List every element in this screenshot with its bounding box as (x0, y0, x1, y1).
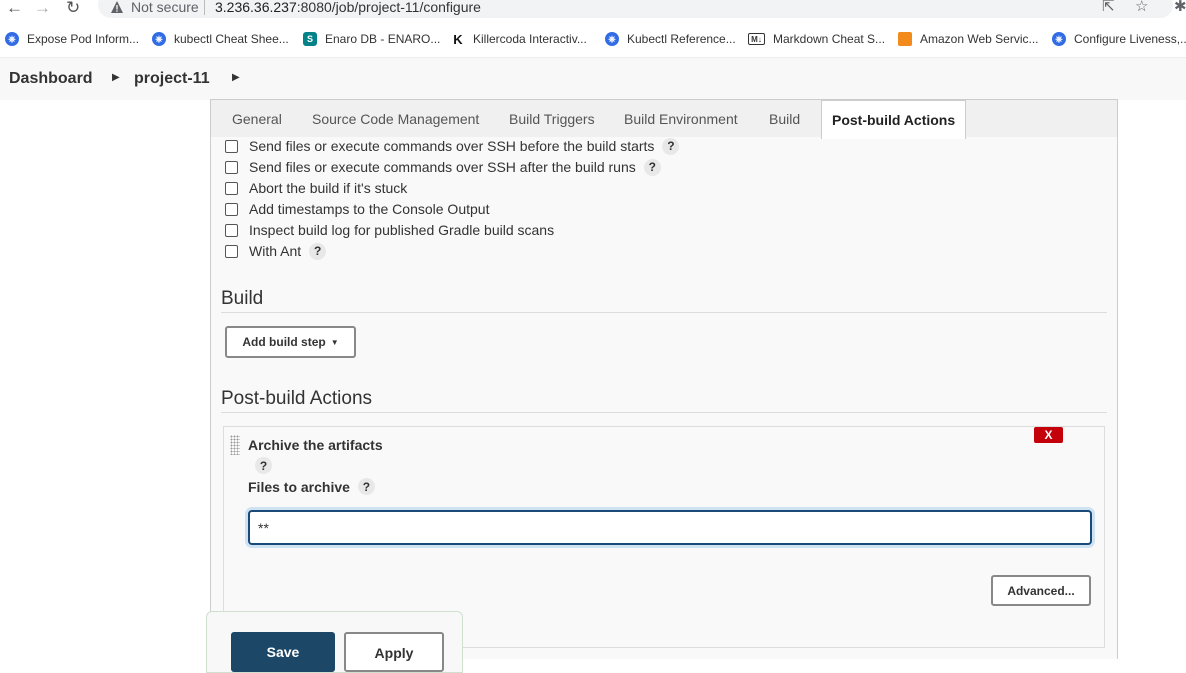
option-label: Abort the build if it's stuck (249, 180, 408, 196)
option-gradle-scans[interactable]: Inspect build log for published Gradle b… (225, 220, 554, 240)
forward-arrow-icon[interactable]: → (34, 0, 51, 18)
option-timestamps[interactable]: Add timestamps to the Console Output (225, 199, 489, 219)
bookmark-item[interactable]: ⎈ Expose Pod Inform... (5, 31, 139, 47)
tab-build-triggers[interactable]: Build Triggers (499, 100, 605, 137)
tab-source-code-management[interactable]: Source Code Management (302, 100, 489, 137)
bookmark-label: Kubectl Reference... (627, 32, 736, 46)
build-section-title: Build (221, 288, 264, 309)
option-ssh-before[interactable]: Send files or execute commands over SSH … (225, 136, 680, 156)
files-to-archive-text: Files to archive (248, 478, 350, 495)
bookmark-item[interactable]: ⎈ kubectl Cheat Shee... (152, 31, 289, 47)
help-icon[interactable]: ? (357, 478, 375, 495)
tab-build[interactable]: Build (759, 100, 810, 137)
checkbox[interactable] (225, 181, 238, 195)
option-label: Send files or execute commands over SSH … (249, 159, 636, 175)
chevron-right-icon[interactable]: ▶ (112, 72, 120, 83)
bookmarks-bar: ⎈ Expose Pod Inform... ⎈ kubectl Cheat She… (0, 27, 1186, 51)
checkbox[interactable] (225, 160, 238, 174)
advanced-button[interactable]: Advanced... (991, 575, 1091, 606)
bookmark-label: Configure Liveness,... (1074, 32, 1186, 46)
option-ssh-after[interactable]: Send files or execute commands over SSH … (225, 157, 661, 177)
bookmark-item[interactable]: S Enaro DB - ENARO... (303, 31, 440, 47)
url-host: 3.236.36.237 (215, 0, 297, 15)
config-tabs: General Source Code Management Build Tri… (211, 99, 1117, 139)
browser-toolbar: ← → ↻ Not secure 3.236.36.237:8080/job/p… (0, 0, 1186, 20)
section-divider (221, 412, 1107, 413)
bookmark-item[interactable]: M↓ Markdown Cheat S... (748, 31, 885, 47)
breadcrumb-dashboard[interactable]: Dashboard (9, 70, 93, 88)
chevron-right-icon[interactable]: ▶ (232, 72, 240, 83)
option-label: Add timestamps to the Console Output (249, 201, 490, 217)
extensions-icon[interactable]: ✱ (1174, 0, 1186, 15)
url-text[interactable]: 3.236.36.237:8080/job/project-11/configu… (215, 0, 481, 15)
markdown-icon: M↓ (748, 33, 765, 45)
config-panel: General Source Code Management Build Tri… (210, 99, 1118, 659)
kubernetes-icon: ⎈ (605, 32, 619, 46)
option-label: With Ant (249, 243, 302, 259)
bookmark-item[interactable]: K Killercoda Interactiv... (451, 31, 587, 47)
reload-icon[interactable]: ↻ (66, 0, 80, 18)
apply-button[interactable]: Apply (344, 632, 444, 672)
add-build-step-button[interactable]: Add build step ▼ (225, 326, 356, 358)
bookmark-item[interactable]: ⎈ Configure Liveness,... (1052, 31, 1186, 47)
caret-down-icon: ▼ (330, 337, 339, 347)
add-build-step-label: Add build step (242, 335, 326, 349)
help-icon[interactable]: ? (255, 457, 272, 474)
bookmark-label: Expose Pod Inform... (27, 32, 140, 46)
option-label: Inspect build log for published Gradle b… (249, 222, 555, 238)
help-icon[interactable]: ? (643, 158, 661, 176)
files-to-archive-label: Files to archive ? (248, 478, 375, 495)
bookmark-label: Enaro DB - ENARO... (325, 32, 441, 46)
sharepoint-icon: S (303, 32, 317, 46)
post-build-section-title: Post-build Actions (221, 388, 373, 409)
files-to-archive-input[interactable] (248, 510, 1092, 545)
breadcrumb: Dashboard ▶ project-11 ▶ (0, 57, 1186, 100)
archive-step-title: Archive the artifacts (248, 437, 383, 453)
form-action-bar: Save Apply (206, 611, 463, 673)
bookmark-label: Markdown Cheat S... (773, 32, 886, 46)
breadcrumb-project[interactable]: project-11 (134, 70, 210, 88)
bookmark-label: Amazon Web Servic... (920, 32, 1039, 46)
tab-build-environment[interactable]: Build Environment (614, 100, 748, 137)
option-with-ant[interactable]: With Ant ? (225, 241, 327, 261)
help-icon[interactable]: ? (309, 242, 327, 260)
delete-step-button[interactable]: X (1034, 427, 1063, 443)
warning-icon[interactable] (110, 0, 124, 14)
drag-handle-icon[interactable] (230, 435, 240, 455)
option-label: Send files or execute commands over SSH … (249, 138, 655, 154)
url-path: :8080/job/project-11/configure (296, 0, 481, 15)
checkbox[interactable] (225, 223, 238, 237)
bookmark-item[interactable]: Amazon Web Servic... (898, 31, 1039, 47)
option-abort-stuck[interactable]: Abort the build if it's stuck (225, 178, 407, 198)
url-separator (204, 0, 205, 15)
section-divider (221, 312, 1107, 313)
bookmark-label: Killercoda Interactiv... (473, 32, 587, 46)
back-arrow-icon[interactable]: ← (6, 0, 23, 18)
checkbox[interactable] (225, 139, 238, 153)
save-button[interactable]: Save (231, 632, 335, 672)
checkbox[interactable] (225, 244, 238, 258)
share-icon[interactable]: ⇱ (1102, 0, 1115, 15)
aws-icon (898, 32, 912, 46)
killercoda-icon: K (451, 32, 465, 47)
kubernetes-icon: ⎈ (5, 32, 19, 46)
security-label: Not secure (131, 0, 199, 15)
bookmark-label: kubectl Cheat Shee... (174, 32, 289, 46)
kubernetes-icon: ⎈ (1052, 32, 1066, 46)
kubernetes-icon: ⎈ (152, 32, 166, 46)
star-icon[interactable]: ☆ (1135, 0, 1148, 15)
tab-general[interactable]: General (222, 100, 292, 137)
tab-post-build-actions[interactable]: Post-build Actions (821, 100, 967, 139)
checkbox[interactable] (225, 202, 238, 216)
help-icon[interactable]: ? (662, 137, 680, 155)
bookmark-item[interactable]: ⎈ Kubectl Reference... (605, 31, 736, 47)
